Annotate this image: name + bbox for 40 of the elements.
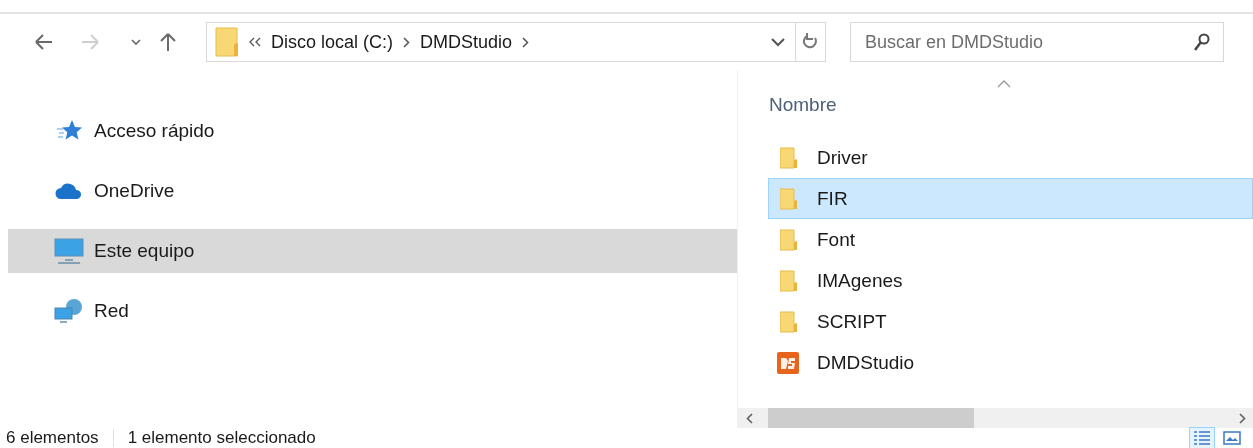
- double-chevron-icon: [249, 37, 261, 47]
- network-icon: [54, 297, 84, 325]
- back-arrow-button[interactable]: [34, 32, 54, 52]
- chevron-right-icon: [1238, 412, 1246, 424]
- file-row[interactable]: Driver: [768, 137, 1253, 178]
- sidebar-item[interactable]: OneDrive: [8, 169, 737, 213]
- app-icon: [777, 351, 799, 374]
- monitor-icon: [54, 237, 84, 265]
- file-row[interactable]: IMAgenes: [768, 260, 1253, 301]
- file-row[interactable]: FIR: [768, 178, 1253, 219]
- search-icon: [1194, 33, 1210, 51]
- chevron-down-icon: [771, 37, 785, 47]
- file-row[interactable]: Font: [768, 219, 1253, 260]
- item-count: 6 elementos: [6, 428, 99, 448]
- sidebar-item[interactable]: Red: [8, 289, 737, 333]
- chevron-left-icon: [745, 412, 753, 424]
- folder-icon: [215, 27, 239, 57]
- folder-icon: [779, 187, 797, 210]
- file-row[interactable]: SCRIPT: [768, 301, 1253, 342]
- breadcrumb-segment[interactable]: Disco local (C:): [271, 31, 394, 53]
- search-field[interactable]: Buscar en DMDStudio: [850, 22, 1224, 62]
- folder-icon: [779, 228, 797, 251]
- cloud-icon: [55, 182, 83, 200]
- details-view-button[interactable]: [1189, 427, 1215, 448]
- column-header[interactable]: Nombre: [769, 94, 837, 124]
- folder-icon: [779, 310, 797, 333]
- folder-icon: [779, 146, 797, 169]
- up-arrow-icon: [158, 32, 178, 52]
- file-row[interactable]: DMDStudio: [768, 342, 1253, 383]
- chevron-right-icon: [522, 36, 530, 48]
- up-arrow-button[interactable]: [158, 32, 178, 52]
- breadcrumb-segment[interactable]: DMDStudio: [420, 31, 513, 53]
- folder-icon: [779, 269, 797, 292]
- back-arrow-icon: [34, 32, 54, 52]
- forward-arrow-icon: [80, 32, 100, 52]
- selection-count: 1 elemento seleccionado: [127, 428, 316, 448]
- scrollbar-thumb[interactable]: [768, 408, 974, 428]
- sidebar-item[interactable]: Acceso rápido: [8, 109, 737, 153]
- sidebar-item[interactable]: Este equipo: [8, 229, 737, 273]
- chevron-right-icon: [403, 36, 411, 48]
